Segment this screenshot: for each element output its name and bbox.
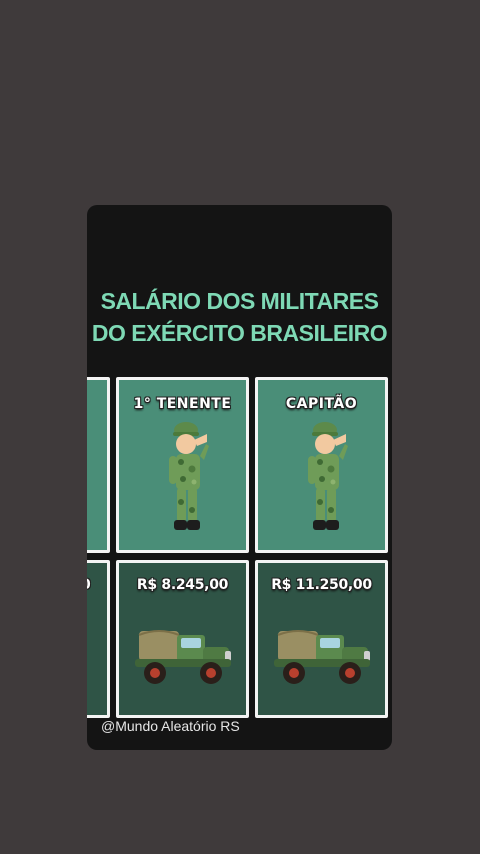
- rank-tile-1-tenente: 1° TENENTE: [116, 377, 249, 553]
- page-title: SALÁRIO DOS MILITARES DO EXÉRCITO BRASIL…: [87, 285, 392, 349]
- salary-tile-1-tenente: R$ 8.245,00: [116, 560, 249, 718]
- salary-label-partial: 0: [87, 577, 91, 593]
- salary-label: R$ 11.250,00: [271, 577, 372, 593]
- soldier-saluting-icon: [308, 422, 348, 530]
- watermark: @Mundo Aleatório RS: [101, 718, 240, 734]
- rank-tile-capitao: CAPITÃO: [255, 377, 388, 553]
- salary-label: R$ 8.245,00: [136, 577, 229, 593]
- story-card: SALÁRIO DOS MILITARES DO EXÉRCITO BRASIL…: [87, 205, 392, 750]
- rank-label: CAPITÃO: [285, 396, 358, 412]
- military-truck-icon: [274, 630, 370, 684]
- title-line-1: SALÁRIO DOS MILITARES: [100, 288, 379, 314]
- rank-tile-partial: E: [87, 377, 110, 553]
- soldier-saluting-icon: [169, 422, 209, 530]
- salary-tile-capitao: R$ 11.250,00: [255, 560, 388, 718]
- rank-label: 1° TENENTE: [133, 396, 232, 412]
- military-truck-icon: [135, 630, 231, 684]
- salary-tile-partial: 0: [87, 560, 110, 718]
- title-line-2: DO EXÉRCITO BRASILEIRO: [91, 320, 388, 346]
